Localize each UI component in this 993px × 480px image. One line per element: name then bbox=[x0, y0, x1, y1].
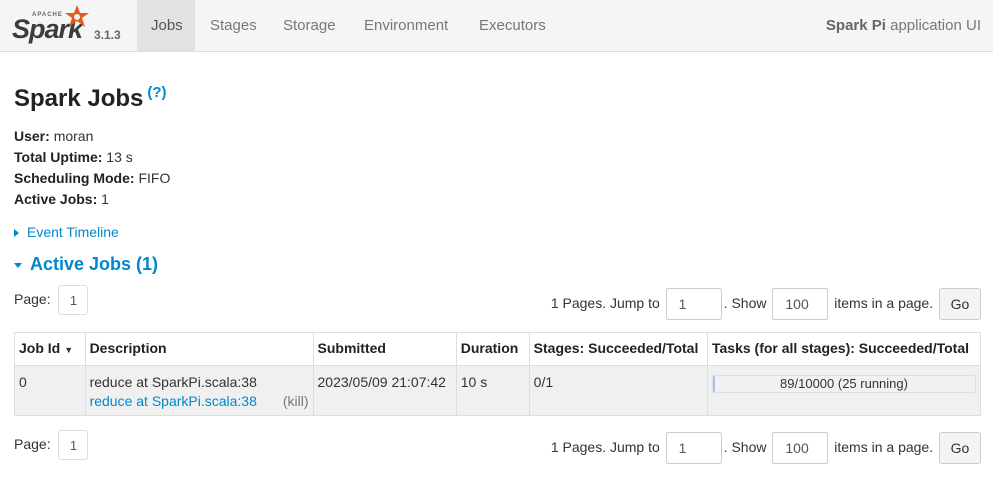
summary-active-jobs: Active Jobs: 1 bbox=[14, 191, 109, 207]
cell-submitted: 2023/05/09 21:07:42 bbox=[312, 365, 457, 416]
header-duration[interactable]: Duration bbox=[455, 332, 530, 366]
page-indicator: Page: 1 bbox=[14, 285, 89, 316]
job-summary: User: moran Total Uptime: 13 s Schedulin… bbox=[14, 126, 170, 210]
cell-description: reduce at SparkPi.scala:38 reduce at Spa… bbox=[84, 365, 314, 416]
app-title: Spark Pi application UI bbox=[826, 0, 981, 51]
jump-to-page-input[interactable]: 1 bbox=[665, 288, 722, 321]
caret-down-icon bbox=[14, 262, 22, 268]
page-size-input[interactable]: 100 bbox=[772, 288, 829, 321]
page-size-input-bottom[interactable]: 100 bbox=[772, 432, 829, 465]
job-description-text: reduce at SparkPi.scala:38 bbox=[89, 374, 257, 390]
kill-job-link[interactable]: (kill) bbox=[283, 393, 309, 409]
tasks-progress-bar: 89/10000 (25 running) bbox=[712, 375, 976, 393]
summary-user: User: moran bbox=[14, 128, 94, 144]
paging-top: Page: 1 1 Pages. Jump to 1. Show 100 ite… bbox=[14, 285, 981, 321]
active-jobs-link[interactable]: Active Jobs: bbox=[14, 191, 97, 207]
cell-tasks: 89/10000 (25 running) bbox=[707, 365, 981, 416]
paging-bottom: Page: 1 1 Pages. Jump to 1. Show 100 ite… bbox=[14, 430, 981, 465]
page-number-button[interactable]: 1 bbox=[58, 285, 89, 316]
header-job-id[interactable]: Job Id ▼ bbox=[14, 332, 86, 366]
caret-right-icon bbox=[14, 229, 19, 238]
job-description-link[interactable]: reduce at SparkPi.scala:38 bbox=[90, 393, 257, 409]
spark-logo[interactable]: APACHE Spark 3.1.3 bbox=[12, 4, 132, 48]
page-number-button-bottom[interactable]: 1 bbox=[58, 430, 89, 461]
sort-desc-icon: ▼ bbox=[64, 345, 74, 355]
help-link[interactable]: (?) bbox=[147, 84, 166, 101]
spark-star-icon bbox=[65, 5, 89, 27]
active-jobs-table: Job Id ▼ Description Submitted Duration S… bbox=[14, 332, 981, 416]
jump-to-page-input-bottom[interactable]: 1 bbox=[665, 432, 722, 465]
tab-jobs[interactable]: Jobs bbox=[137, 0, 195, 51]
tab-executors[interactable]: Executors bbox=[465, 0, 557, 51]
active-jobs-header[interactable]: Active Jobs (1) bbox=[14, 254, 158, 275]
event-timeline-toggle[interactable]: Event Timeline bbox=[14, 224, 119, 240]
page-title-text: Spark Jobs bbox=[14, 85, 144, 112]
app-suffix: application UI bbox=[890, 17, 981, 34]
table-header-row: Job Id ▼ Description Submitted Duration S… bbox=[14, 332, 981, 366]
tab-environment[interactable]: Environment bbox=[350, 0, 464, 51]
cell-duration: 10 s bbox=[455, 365, 530, 416]
tab-storage[interactable]: Storage bbox=[269, 0, 349, 51]
active-jobs-header-label: Active Jobs (1) bbox=[30, 254, 159, 274]
summary-uptime: Total Uptime: 13 s bbox=[14, 149, 133, 165]
go-button-bottom[interactable]: Go bbox=[939, 432, 981, 465]
page-jump-controls-bottom: 1 Pages. Jump to 1. Show 100 items in a … bbox=[551, 431, 981, 465]
top-navbar: APACHE Spark 3.1.3 Jobs Stages Storage E… bbox=[0, 0, 993, 52]
page-jump-controls: 1 Pages. Jump to 1. Show 100 items in a … bbox=[551, 287, 981, 321]
event-timeline-label: Event Timeline bbox=[27, 224, 119, 240]
table-row: 0 reduce at SparkPi.scala:38 reduce at S… bbox=[14, 365, 981, 416]
summary-scheduling-mode: Scheduling Mode: FIFO bbox=[14, 170, 171, 186]
page-indicator-bottom: Page: 1 bbox=[14, 430, 89, 461]
app-name: Spark Pi bbox=[825, 17, 886, 34]
cell-stages: 0/1 bbox=[528, 365, 709, 416]
header-stages[interactable]: Stages: Succeeded/Total bbox=[528, 332, 709, 366]
header-submitted[interactable]: Submitted bbox=[312, 332, 457, 366]
tab-stages[interactable]: Stages bbox=[196, 0, 268, 51]
spark-version: 3.1.3 bbox=[94, 28, 121, 42]
page-title: Spark Jobs (?) bbox=[14, 84, 167, 113]
header-description[interactable]: Description bbox=[84, 332, 314, 366]
cell-job-id: 0 bbox=[14, 365, 86, 416]
go-button[interactable]: Go bbox=[939, 288, 981, 321]
header-tasks[interactable]: Tasks (for all stages): Succeeded/Total bbox=[707, 332, 981, 366]
tasks-progress-label: 89/10000 (25 running) bbox=[780, 376, 908, 391]
